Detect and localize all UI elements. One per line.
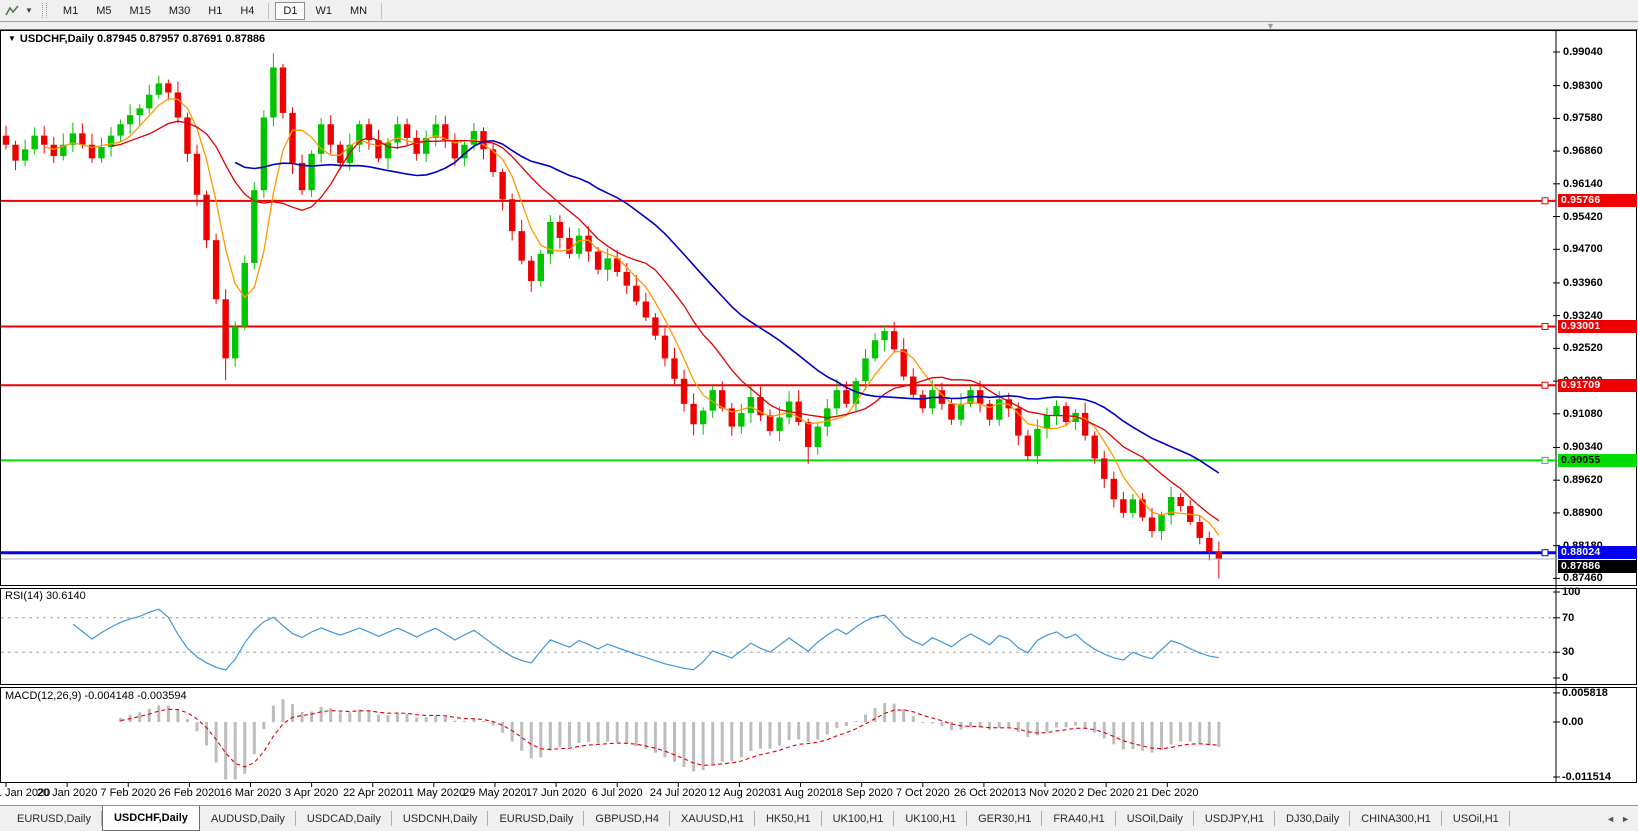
price-axis-label: 0.96860 — [1563, 145, 1603, 158]
macd-axis-label: 0.005818 — [1562, 686, 1608, 699]
date-axis-label: 18 Sep 2020 — [830, 787, 893, 799]
toolbar-separator — [268, 2, 270, 19]
timeframe-button-h4[interactable]: H4 — [232, 2, 262, 20]
chart-tab-audusd-daily[interactable]: AUDUSD,Daily — [200, 806, 296, 831]
price-axis-label: 0.89620 — [1563, 474, 1603, 487]
timeframe-button-mn[interactable]: MN — [342, 2, 375, 20]
price-axis-label: 0.95420 — [1563, 210, 1603, 223]
timeframe-button-m5[interactable]: M5 — [88, 2, 119, 20]
date-axis-label: 29 May 2020 — [463, 787, 527, 799]
date-axis-label: 2 Dec 2020 — [1078, 787, 1135, 799]
chart-tab-xauusd-h1[interactable]: XAUUSD,H1 — [670, 806, 755, 831]
chart-tab-eurusd-daily[interactable]: EURUSD,Daily — [488, 806, 585, 831]
price-level-badge: 0.93001 — [1558, 320, 1637, 333]
chart-tab-china300-h1[interactable]: CHINA300,H1 — [1350, 806, 1442, 831]
date-axis-label: 17 Jun 2020 — [525, 787, 587, 799]
chart-tab-gbpusd-h4[interactable]: GBPUSD,H4 — [584, 806, 670, 831]
price-axis-label: 0.90340 — [1563, 441, 1603, 454]
chart-tab-eurusd-daily[interactable]: EURUSD,Daily — [6, 806, 102, 831]
chart-tab-fra40-h1[interactable]: FRA40,H1 — [1042, 806, 1117, 831]
macd-axis-label: 0.00 — [1562, 716, 1584, 728]
chart-tab-dj30-daily[interactable]: DJ30,Daily — [1275, 806, 1351, 831]
cursor-tool-icon[interactable] — [3, 2, 21, 20]
rsi-axis-label: 70 — [1562, 611, 1575, 624]
price-axis-label: 0.88900 — [1563, 506, 1603, 519]
date-axis-label: 11 May 2020 — [402, 787, 466, 799]
price-level-badge: 0.91709 — [1558, 378, 1637, 392]
current-price-badge: 0.87886 — [1558, 560, 1637, 573]
tab-scroll-controls: ◄ ► — [1598, 806, 1638, 831]
date-axis-label: 21 Dec 2020 — [1136, 787, 1199, 799]
date-axis-label: 6 Jul 2020 — [591, 787, 643, 799]
price-axis-label: 0.94700 — [1563, 243, 1603, 256]
timeframe-button-m1[interactable]: M1 — [55, 2, 86, 20]
chart-tabs-bar: EURUSD,Daily USDCHF,Daily AUDUSD,Daily USDC… — [0, 805, 1638, 831]
price-axis-label: 0.98300 — [1563, 79, 1603, 92]
macd-panel[interactable] — [0, 687, 1637, 783]
timeframe-button-m30[interactable]: M30 — [161, 2, 198, 20]
macd-axis-label: -0.011514 — [1562, 771, 1611, 783]
macd-label: MACD(12,26,9) -0.004148 -0.003594 — [5, 690, 187, 702]
price-axis-label: 0.97580 — [1563, 112, 1603, 125]
toolbar-separator — [381, 2, 383, 19]
date-axis-label: 31 Aug 2020 — [769, 787, 832, 799]
toolbar-grip[interactable] — [41, 3, 47, 18]
date-axis-label: 26 Feb 2020 — [158, 787, 221, 799]
chart-tab-usoil-h1[interactable]: USOil,H1 — [1442, 806, 1510, 831]
price-level-badge: 0.88024 — [1558, 545, 1637, 559]
trading-platform-window: ▼ M1 M5 M15 M30 H1 H4 D1 W1 MN ▼ ▼ USDCHF,Daily 0… — [0, 0, 1638, 831]
price-axis-label: 0.87460 — [1563, 572, 1603, 585]
timeframe-toolbar: ▼ M1 M5 M15 M30 H1 H4 D1 W1 MN — [0, 0, 1638, 22]
chart-symbol-label: USDCHF,Daily — [19, 33, 94, 45]
date-axis-label: 26 Oct 2020 — [953, 787, 1014, 799]
timeframe-button-h1[interactable]: H1 — [200, 2, 230, 20]
timeframe-button-d1[interactable]: D1 — [275, 1, 306, 20]
price-level-badge: 0.95766 — [1558, 194, 1637, 208]
price-axis-label: 0.91080 — [1563, 407, 1603, 420]
date-axis-label: 7 Oct 2020 — [895, 787, 950, 799]
price-axis-label: 0.96140 — [1563, 177, 1603, 190]
timeframe-button-m15[interactable]: M15 — [121, 2, 158, 20]
date-axis-label: 20 Jan 2020 — [36, 787, 98, 799]
price-axis-label: 0.93960 — [1563, 276, 1603, 289]
chart-tab-usdcad-daily[interactable]: USDCAD,Daily — [296, 806, 392, 831]
chart-tab-usdjpy-h1[interactable]: USDJPY,H1 — [1194, 806, 1276, 831]
rsi-axis-label: 100 — [1562, 586, 1581, 598]
date-axis-label: 24 Jul 2020 — [649, 787, 707, 799]
collapse-caret-icon[interactable]: ▼ — [8, 34, 16, 43]
rsi-axis-label: 30 — [1562, 646, 1575, 659]
chart-tab-usoil-daily[interactable]: USOil,Daily — [1116, 806, 1195, 831]
date-axis-label: 3 Apr 2020 — [284, 787, 339, 799]
date-axis-label: 16 Mar 2020 — [219, 787, 282, 799]
rsi-panel[interactable] — [0, 588, 1637, 685]
chart-tab-usdcnh-daily[interactable]: USDCNH,Daily — [392, 806, 489, 831]
price-axis-label: 0.99040 — [1563, 46, 1603, 58]
price-level-badge: 0.90055 — [1558, 453, 1637, 467]
date-axis-label: 22 Apr 2020 — [343, 787, 403, 799]
chart-scrollbar[interactable] — [0, 22, 1638, 30]
chart-tab-hk50-h1[interactable]: HK50,H1 — [755, 806, 822, 831]
rsi-axis-label: 0 — [1562, 672, 1569, 684]
timeframe-buttons: M1 M5 M15 M30 H1 H4 D1 W1 MN — [54, 1, 376, 20]
tab-scroll-left-icon[interactable]: ◄ — [1606, 814, 1615, 824]
chevron-down-icon[interactable]: ▼ — [21, 6, 37, 15]
tab-scroll-right-icon[interactable]: ► — [1621, 814, 1630, 824]
cursor-tool-glyph — [5, 4, 19, 15]
price-axis-label: 0.92520 — [1563, 342, 1603, 355]
chart-tab-usdchf-daily[interactable]: USDCHF,Daily — [101, 806, 200, 831]
main-chart-panel[interactable] — [0, 30, 1637, 586]
timeframe-button-w1[interactable]: W1 — [307, 2, 340, 20]
chart-tab-uk100-h1[interactable]: UK100,H1 — [822, 806, 895, 831]
date-axis-label: 7 Feb 2020 — [100, 787, 157, 799]
date-axis-label: 12 Aug 2020 — [708, 787, 771, 799]
date-axis-label: 13 Nov 2020 — [1013, 787, 1077, 799]
chart-tab-uk100-h1[interactable]: UK100,H1 — [894, 806, 967, 831]
chart-title: ▼ USDCHF,Daily 0.87945 0.87957 0.87691 0.… — [8, 33, 265, 45]
chart-tab-ger30-h1[interactable]: GER30,H1 — [967, 806, 1043, 831]
chart-ohlc-values: 0.87945 0.87957 0.87691 0.87886 — [96, 33, 266, 45]
rsi-label: RSI(14) 30.6140 — [5, 590, 86, 602]
